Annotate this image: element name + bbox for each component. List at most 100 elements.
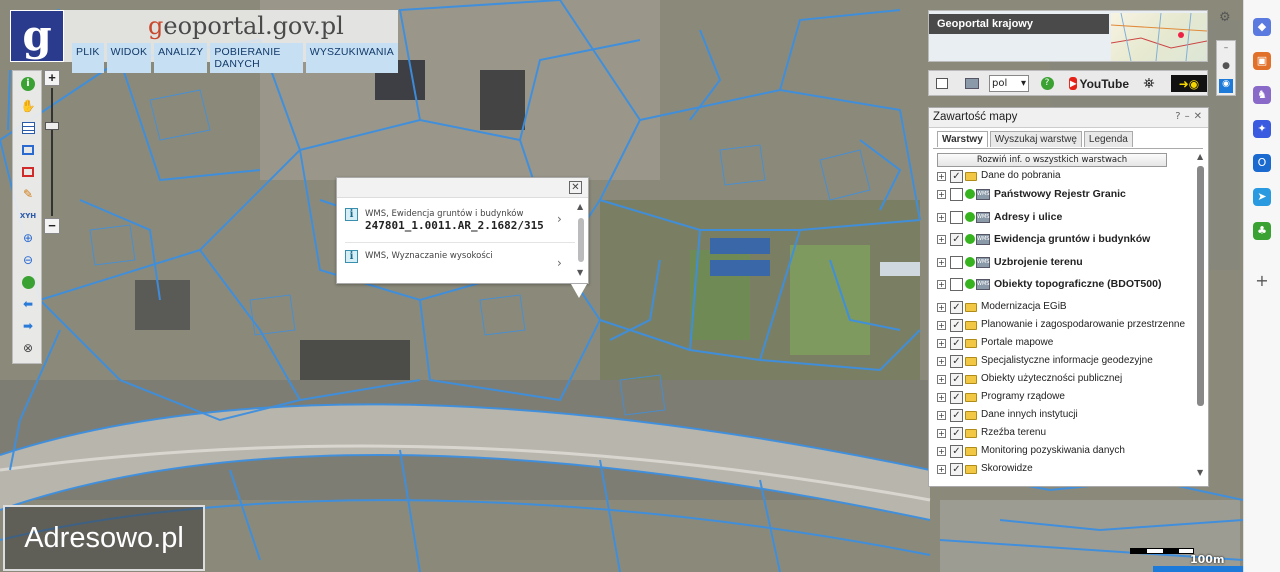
layer-checkbox[interactable]	[950, 255, 963, 269]
language-select[interactable]: pol ▾	[989, 75, 1029, 92]
layer-checkbox[interactable]: ✓	[950, 336, 963, 350]
panel-close-button[interactable]: ✕	[1194, 111, 1202, 122]
scroll-down-icon[interactable]: ▼	[1197, 468, 1203, 477]
layer-checkbox[interactable]: ✓	[950, 426, 963, 440]
expand-icon[interactable]: +	[937, 464, 946, 474]
pencil-icon[interactable]: ✎	[18, 185, 38, 203]
panel-scrollbar[interactable]: ▲ ▼	[1196, 150, 1206, 482]
layer-row[interactable]: + ✓ Programy rządowe	[935, 389, 1197, 407]
scroll-up-icon[interactable]: ▲	[577, 202, 583, 211]
forward-arrow-icon[interactable]: ➡	[18, 317, 38, 335]
expand-icon[interactable]: +	[937, 320, 946, 330]
panel-help-button[interactable]: ?	[1175, 111, 1180, 122]
add-icon[interactable]: +	[1253, 272, 1271, 290]
eye-icon[interactable]: ◉	[1219, 79, 1233, 93]
zoom-knob[interactable]	[45, 122, 59, 130]
menu-widok[interactable]: WIDOK	[106, 43, 152, 73]
zoom-slider[interactable]: + −	[44, 70, 60, 234]
scroll-up-icon[interactable]: ▲	[1197, 152, 1203, 161]
xyh-icon[interactable]: XYH	[18, 207, 38, 225]
cross-circle-icon[interactable]: ⊗	[18, 339, 38, 357]
erase-select-icon[interactable]	[18, 163, 38, 181]
scroll-thumb[interactable]	[578, 218, 584, 262]
zoom-track[interactable]	[51, 88, 53, 216]
accessibility-icon[interactable]: ⛯	[1141, 75, 1157, 92]
layer-checkbox[interactable]: ✓	[950, 372, 963, 386]
menu-pobieranie-danych[interactable]: POBIERANIE DANYCH	[210, 43, 303, 73]
scroll-down-icon[interactable]: ▼	[577, 268, 583, 277]
menu-analizy[interactable]: ANALIZY	[154, 43, 208, 73]
scroll-thumb[interactable]	[1197, 166, 1204, 406]
expand-icon[interactable]: +	[937, 446, 946, 456]
minimize-icon[interactable]: –	[1219, 43, 1233, 57]
expand-icon[interactable]: +	[937, 190, 946, 199]
layer-row[interactable]: + ✓ Skorowidze	[935, 461, 1197, 479]
tab-wyszukaj-warstwe[interactable]: Wyszukaj warstwę	[989, 131, 1082, 147]
zoom-plus-button[interactable]: +	[44, 70, 60, 86]
print-icon[interactable]	[934, 75, 950, 92]
hand-pan-icon[interactable]: ✋	[18, 97, 38, 115]
layer-checkbox[interactable]: ✓	[950, 300, 963, 314]
layer-row[interactable]: + ✓ Monitoring pozyskiwania danych	[935, 443, 1197, 461]
outlook-icon[interactable]: O	[1253, 154, 1271, 172]
layer-checkbox[interactable]: ✓	[950, 390, 963, 404]
layer-row[interactable]: + WMS Adresy i ulice	[935, 209, 1197, 227]
layer-checkbox[interactable]: ✓	[950, 233, 963, 246]
expand-all-button[interactable]: Rozwiń inf. o wszystkich warstwach	[937, 153, 1167, 167]
layer-row[interactable]: + ✓ Dane innych instytucji	[935, 407, 1197, 425]
expand-icon[interactable]: +	[937, 235, 946, 244]
gear-icon[interactable]: ⚙	[1219, 10, 1235, 26]
globe-icon[interactable]	[18, 273, 38, 291]
panel-minimize-button[interactable]: –	[1185, 111, 1190, 122]
contrast-eye-button[interactable]: ➜◉	[1171, 75, 1207, 92]
expand-icon[interactable]: +	[937, 410, 946, 420]
expand-icon[interactable]: +	[937, 302, 946, 312]
expand-icon[interactable]: +	[937, 280, 946, 289]
layer-checkbox[interactable]: ✓	[950, 462, 963, 476]
overview-map-panel[interactable]: Geoportal krajowy	[928, 10, 1208, 62]
tree-icon[interactable]: ♣	[1253, 222, 1271, 240]
layer-checkbox[interactable]	[950, 210, 963, 224]
layer-row[interactable]: + WMS Uzbrojenie terenu	[935, 254, 1197, 272]
layer-checkbox[interactable]: ✓	[950, 170, 963, 183]
select-icon[interactable]	[18, 141, 38, 159]
overview-thumbnail[interactable]	[1110, 12, 1208, 62]
briefcase-icon[interactable]: ▣	[1253, 52, 1271, 70]
back-arrow-icon[interactable]: ⬅	[18, 295, 38, 313]
expand-icon[interactable]: +	[937, 338, 946, 348]
expand-icon[interactable]: +	[937, 257, 946, 267]
popup-close-button[interactable]: ✕	[569, 181, 582, 194]
zoom-in-icon[interactable]: ⊕	[18, 229, 38, 247]
tag-icon[interactable]: ◆	[1253, 18, 1271, 36]
layer-checkbox[interactable]: ✓	[950, 444, 963, 458]
layer-checkbox[interactable]	[950, 278, 963, 291]
send-icon[interactable]: ➤	[1253, 188, 1271, 206]
layer-row[interactable]: + ✓ WMS Ewidencja gruntów i budynków	[935, 231, 1197, 249]
expand-icon[interactable]: +	[937, 428, 946, 438]
copilot-icon[interactable]: ✦	[1253, 120, 1271, 138]
layer-row[interactable]: + ✓ Dane do pobrania	[935, 168, 1197, 186]
layer-checkbox[interactable]: ✓	[950, 354, 963, 368]
layer-checkbox[interactable]: ✓	[950, 318, 963, 332]
expand-icon[interactable]: +	[937, 374, 946, 384]
layer-row[interactable]: + ✓ Specjalistyczne informacje geodezyjne	[935, 353, 1197, 371]
wms-icon[interactable]	[963, 75, 981, 92]
expand-icon[interactable]: +	[937, 356, 946, 366]
view-dot-icon[interactable]: ●	[1219, 61, 1233, 75]
layer-row[interactable]: + ✓ Modernizacja EGiB	[935, 299, 1197, 317]
chevron-right-icon[interactable]: ›	[557, 212, 562, 226]
zoom-out-icon[interactable]: ⊖	[18, 251, 38, 269]
layer-row[interactable]: + ✓ Portale mapowe	[935, 335, 1197, 353]
expand-icon[interactable]: +	[937, 392, 946, 402]
popup-scrollbar[interactable]: ▲ ▼	[576, 202, 586, 280]
menu-plik[interactable]: PLIK	[72, 43, 104, 73]
table-icon[interactable]	[18, 119, 38, 137]
menu-wyszukiwania[interactable]: WYSZUKIWANIA	[305, 43, 398, 73]
layer-row[interactable]: + WMS Obiekty topograficzne (BDOT500)	[935, 276, 1197, 294]
zoom-minus-button[interactable]: −	[44, 218, 60, 234]
chess-icon[interactable]: ♞	[1253, 86, 1271, 104]
layer-checkbox[interactable]: ✓	[950, 408, 963, 422]
tab-legenda[interactable]: Legenda	[1083, 131, 1133, 147]
info-icon[interactable]: i	[18, 75, 38, 93]
layer-row[interactable]: + ✓ Planowanie i zagospodarowanie przestrz…	[935, 317, 1197, 335]
